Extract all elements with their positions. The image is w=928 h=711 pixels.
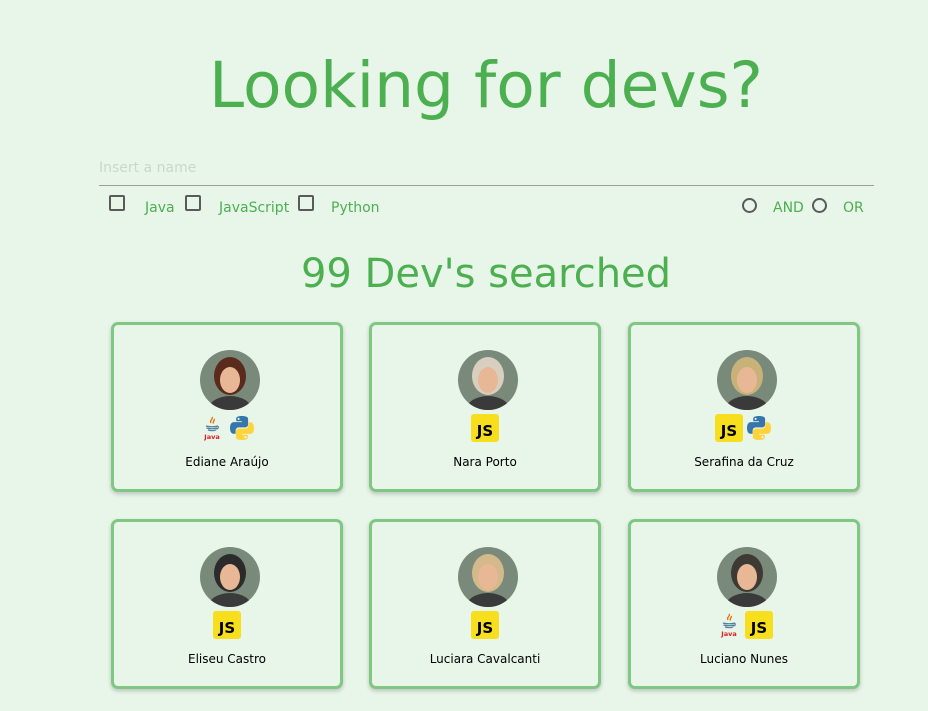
dev-card[interactable]: JS Serafina da Cruz	[628, 322, 860, 492]
or-mode-label[interactable]: OR	[843, 199, 864, 217]
dev-name: Luciara Cavalcanti	[429, 652, 541, 666]
java-icon: Java	[198, 414, 226, 442]
avatar	[717, 547, 777, 607]
svg-text:Java: Java	[720, 630, 736, 638]
avatar	[458, 350, 518, 410]
dev-name: Luciano Nunes	[700, 652, 788, 666]
and-radio[interactable]	[742, 198, 757, 213]
page-title: Looking for devs?	[209, 49, 763, 122]
results-count: 99 Dev's searched	[300, 251, 672, 297]
avatar	[200, 350, 260, 410]
dev-card[interactable]: Java JS Luciano Nunes	[628, 519, 860, 689]
search-input[interactable]	[99, 150, 874, 185]
dev-card[interactable]: JS Luciara Cavalcanti	[369, 519, 601, 689]
language-badges: Java	[114, 414, 340, 442]
language-badges: JS	[631, 414, 857, 442]
and-mode-label[interactable]: AND	[773, 199, 804, 217]
javascript-icon: JS	[715, 414, 743, 442]
python-filter-label[interactable]: Python	[331, 199, 380, 217]
javascript-filter-label[interactable]: JavaScript	[219, 199, 289, 217]
java-checkbox[interactable]	[109, 195, 125, 211]
python-icon	[745, 414, 773, 442]
dev-name: Serafina da Cruz	[694, 455, 794, 469]
avatar	[717, 350, 777, 410]
language-badges: Java JS	[631, 611, 857, 639]
python-checkbox[interactable]	[298, 195, 314, 211]
language-badges: JS	[372, 611, 598, 639]
javascript-icon: JS	[213, 611, 241, 639]
filter-bar: Java JavaScript Python AND OR	[109, 194, 869, 220]
avatar	[200, 547, 260, 607]
dev-name: Nara Porto	[453, 455, 517, 469]
python-icon	[228, 414, 256, 442]
java-filter-label[interactable]: Java	[145, 199, 175, 217]
search-field[interactable]	[99, 150, 874, 186]
java-icon: Java	[715, 611, 743, 639]
javascript-icon: JS	[745, 611, 773, 639]
dev-card[interactable]: JS Nara Porto	[369, 322, 601, 492]
dev-card[interactable]: Java Ediane Araújo	[111, 322, 343, 492]
language-badges: JS	[114, 611, 340, 639]
javascript-icon: JS	[471, 611, 499, 639]
avatar	[458, 547, 518, 607]
dev-card[interactable]: JS Eliseu Castro	[111, 519, 343, 689]
javascript-checkbox[interactable]	[185, 195, 201, 211]
svg-text:Java: Java	[203, 433, 219, 441]
or-radio[interactable]	[812, 198, 827, 213]
language-badges: JS	[372, 414, 598, 442]
dev-name: Eliseu Castro	[187, 652, 266, 666]
dev-name: Ediane Araújo	[185, 455, 269, 469]
javascript-icon: JS	[471, 414, 499, 442]
